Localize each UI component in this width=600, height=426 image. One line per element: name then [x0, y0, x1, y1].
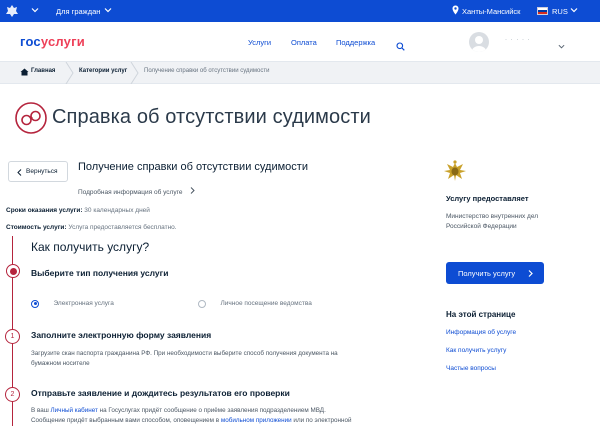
service-term-label: Сроки оказания услуги: — [6, 207, 83, 214]
chevron-right-icon — [528, 269, 533, 277]
user-menu-chevron-down-icon[interactable] — [558, 37, 565, 55]
service-cost: Стоимость услуги: Услуга предоставляется… — [6, 224, 177, 231]
step-number-badge: 1 — [5, 329, 20, 344]
on-page-link-info[interactable]: Информация об услуге — [446, 329, 516, 336]
personal-cabinet-link[interactable]: Личный кабинет — [51, 407, 98, 414]
service-title: Получение справки об отсутствии судимост… — [78, 161, 308, 173]
on-page-title: На этой странице — [446, 310, 516, 319]
home-icon[interactable] — [20, 68, 29, 78]
service-cost-value: Услуга предоставляется бесплатно. — [68, 224, 177, 231]
search-icon[interactable] — [396, 38, 405, 56]
top-bar: Для граждан Ханты-Мансийск RUS — [0, 0, 600, 22]
russian-flag-icon — [537, 7, 548, 15]
russia-emblem-icon — [4, 3, 20, 19]
step-fill-form-title: Заполните электронную форму заявления — [31, 330, 212, 340]
emblem-chevron-down-icon[interactable] — [31, 6, 39, 16]
service-term: Сроки оказания услуги: 30 календарных дн… — [6, 207, 150, 214]
step-send-text-part: В ваш — [31, 407, 51, 414]
service-details-link[interactable]: Подробная информация об услуге — [78, 181, 195, 199]
gosuslugi-logo[interactable]: госуслуги — [20, 34, 85, 49]
step-send-title: Отправьте заявление и дождитесь результа… — [31, 388, 290, 398]
avatar[interactable] — [469, 32, 489, 52]
language-chevron-down-icon[interactable] — [570, 6, 578, 16]
step-active-marker — [6, 264, 20, 278]
nav-support[interactable]: Поддержка — [336, 38, 375, 47]
provider-name: Министерство внутренних дел Российской Ф… — [446, 212, 538, 231]
radio-in-person[interactable] — [198, 299, 206, 308]
location-selector[interactable]: Ханты-Мансийск — [462, 7, 520, 16]
nav-payment[interactable]: Оплата — [291, 38, 317, 47]
breadcrumb-separator — [130, 62, 139, 84]
back-button-label: Вернуться — [26, 168, 58, 175]
page-title: Справка об отсутствии судимости — [52, 106, 371, 128]
audience-chevron-down-icon[interactable] — [104, 6, 112, 16]
breadcrumb-home[interactable]: Главная — [31, 68, 55, 74]
step-number: 2 — [10, 391, 15, 398]
breadcrumb-separator — [65, 62, 74, 84]
chevron-right-icon — [190, 187, 195, 194]
site-header: госуслуги Услуги Оплата Поддержка · · · … — [0, 22, 600, 62]
service-term-value: 30 календарных дней — [84, 207, 150, 214]
user-name[interactable]: · · · · · — [505, 37, 531, 43]
how-to-title: Как получить услугу? — [31, 240, 150, 254]
back-button[interactable]: Вернуться — [8, 161, 68, 182]
on-page-link-how[interactable]: Как получить услугу — [446, 347, 506, 354]
get-service-button[interactable]: Получить услугу — [446, 262, 544, 284]
breadcrumb: Главная Категории услуг Получение справк… — [0, 62, 600, 84]
provider-name-line: Министерство внутренних дел — [446, 213, 539, 220]
option-in-person-label: Личное посещение ведомства — [220, 300, 312, 308]
step-number-badge: 2 — [5, 387, 20, 402]
get-service-button-label: Получить услугу — [458, 268, 516, 278]
breadcrumb-categories[interactable]: Категории услуг — [79, 68, 127, 74]
option-electronic[interactable]: Электронная услуга — [31, 295, 114, 313]
breadcrumb-current: Получение справки об отсутствии судимост… — [144, 68, 270, 74]
option-electronic-label: Электронная услуга — [53, 300, 114, 308]
handcuffs-icon — [15, 102, 47, 134]
step-number: 1 — [10, 333, 15, 340]
location-pin-icon — [452, 5, 459, 17]
option-in-person[interactable]: Личное посещение ведомства — [198, 295, 312, 313]
step-send-text: В ваш Личный кабинет на Госуслугах придё… — [31, 406, 411, 426]
service-details-label: Подробная информация об услуге — [78, 189, 183, 196]
mvd-emblem-icon — [442, 159, 468, 183]
step-select-type-title: Выберите тип получения услуги — [31, 268, 169, 278]
radio-electronic-selected[interactable] — [31, 299, 39, 308]
chevron-left-icon — [17, 169, 22, 176]
audience-selector[interactable]: Для граждан — [56, 7, 100, 16]
service-cost-label: Стоимость услуги: — [6, 224, 67, 231]
step-send-text-part: на Госуслугах придёт сообщение о приёме … — [97, 407, 326, 414]
nav-services[interactable]: Услуги — [248, 38, 271, 47]
provider-name-line: Российской Федерации — [446, 222, 517, 230]
language-selector[interactable]: RUS — [552, 7, 568, 16]
step-fill-form-text-line: Загрузите скан паспорта гражданина РФ. П… — [31, 350, 338, 357]
step-fill-form-text-line: бумажном носителе — [31, 360, 90, 367]
step-fill-form-text: Загрузите скан паспорта гражданина РФ. П… — [31, 349, 391, 369]
provider-label: Услугу предоставляет — [446, 194, 529, 203]
on-page-link-faq[interactable]: Частые вопросы — [446, 365, 496, 372]
